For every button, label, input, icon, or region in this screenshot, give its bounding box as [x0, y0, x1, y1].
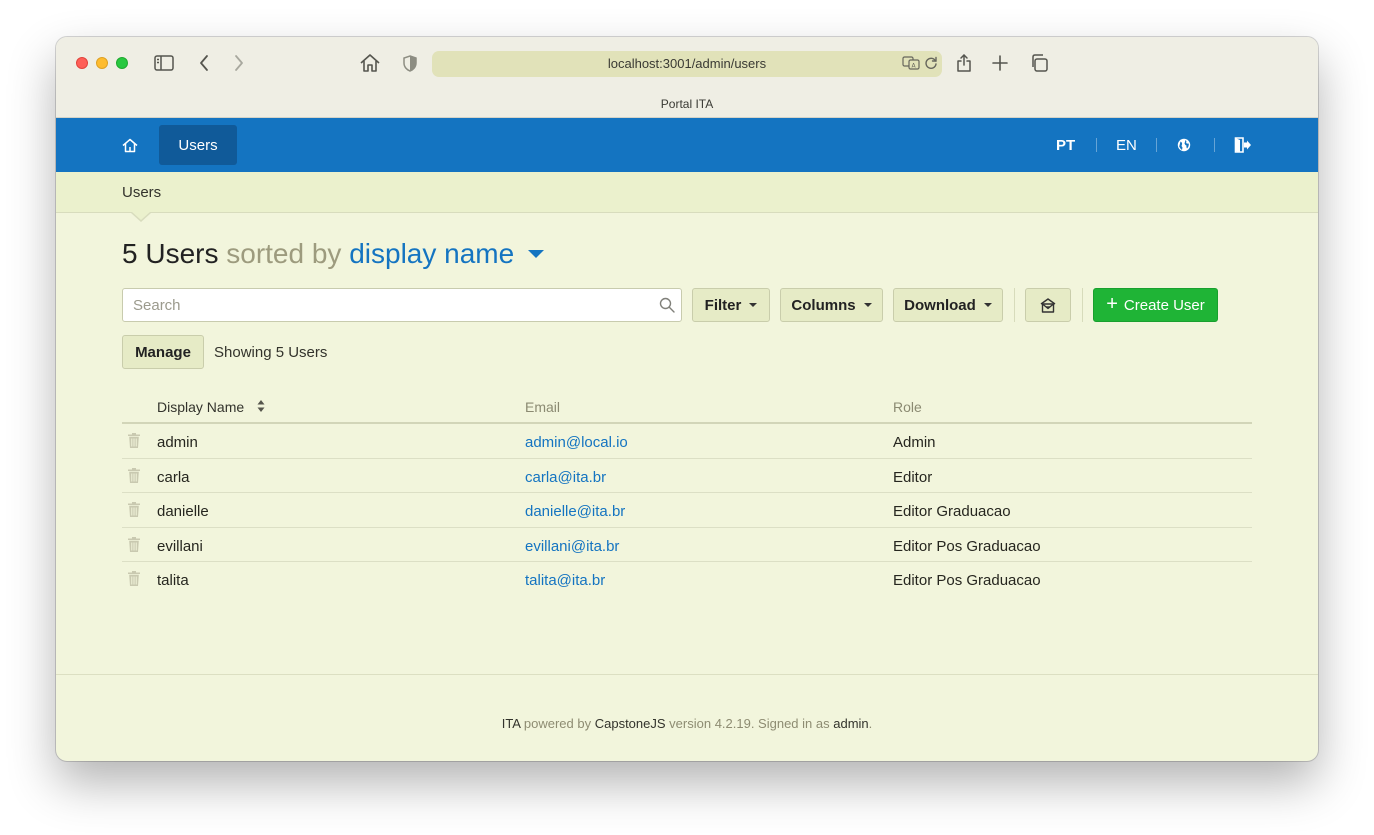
users-table: Display Name Email Role admin admin@loca… [122, 392, 1252, 597]
app-header: Users PT EN [56, 118, 1318, 172]
header-divider [1156, 138, 1157, 152]
download-button[interactable]: Download [893, 288, 1003, 322]
trash-icon[interactable] [128, 502, 140, 522]
showing-count: Showing 5 Users [214, 344, 328, 361]
columns-button-label: Columns [791, 296, 856, 314]
expand-table-button[interactable] [1025, 288, 1071, 322]
globe-icon[interactable] [1177, 118, 1191, 172]
address-bar[interactable]: localhost:3001/admin/users A [432, 51, 942, 77]
table-row[interactable]: danielle danielle@ita.br Editor Graduaca… [122, 493, 1252, 528]
tab-overview-icon[interactable] [1027, 51, 1051, 75]
create-user-label: Create User [1123, 296, 1205, 314]
chevron-down-icon [863, 303, 872, 307]
columns-button[interactable]: Columns [780, 288, 883, 322]
trash-icon[interactable] [128, 433, 140, 453]
footer-text: ITA powered by CapstoneJS version 4.2.19… [56, 716, 1318, 731]
header-divider [1214, 138, 1215, 152]
column-header-display-name[interactable]: Display Name [157, 399, 244, 415]
sign-out-icon[interactable] [1234, 118, 1252, 172]
cell-display-name[interactable]: carla [157, 469, 190, 486]
footer-framework-link[interactable]: CapstoneJS [595, 716, 666, 731]
footer-powered-by: powered by [523, 716, 592, 731]
trash-icon[interactable] [128, 571, 140, 591]
breadcrumb-pointer [132, 212, 150, 220]
footer-version: version 4.2.19. Signed in as [669, 716, 830, 731]
breadcrumb: Users [122, 184, 162, 201]
tab-title: Portal ITA [660, 97, 714, 111]
cell-role: Editor Pos Graduacao [893, 537, 1041, 555]
reload-icon[interactable] [924, 56, 938, 75]
sort-field-dropdown[interactable]: display name [349, 238, 514, 269]
table-row[interactable]: evillani evillani@ita.br Editor Pos Grad… [122, 528, 1252, 562]
chevron-down-icon [749, 303, 758, 307]
nav-item-users[interactable]: Users [159, 125, 237, 165]
zoom-window-button[interactable] [116, 57, 128, 69]
home-icon[interactable] [358, 51, 382, 75]
close-window-button[interactable] [76, 57, 88, 69]
footer-brand: ITA [501, 716, 521, 731]
table-row[interactable]: carla carla@ita.br Editor [122, 459, 1252, 493]
new-tab-plus-icon[interactable] [988, 51, 1012, 75]
back-chevron-icon[interactable] [192, 51, 216, 75]
sidebar-toggle-icon[interactable] [152, 51, 176, 75]
table-row[interactable]: admin admin@local.io Admin [122, 424, 1252, 459]
url-text: localhost:3001/admin/users [607, 56, 767, 71]
search-input[interactable] [123, 289, 681, 321]
privacy-shield-icon[interactable] [398, 51, 422, 75]
header-divider [1096, 138, 1097, 152]
language-en-link[interactable]: EN [1116, 118, 1137, 172]
share-icon[interactable] [952, 51, 976, 75]
language-pt-link[interactable]: PT [1056, 118, 1075, 172]
cell-email-link[interactable]: danielle@ita.br [525, 503, 625, 520]
browser-window: localhost:3001/admin/users A Portal ITA … [56, 37, 1318, 761]
cell-role: Admin [893, 434, 936, 451]
table-header-row: Display Name Email Role [122, 392, 1252, 424]
breadcrumb-bar: Users [56, 172, 1318, 222]
search-icon[interactable] [659, 297, 675, 318]
cell-display-name[interactable]: danielle [157, 503, 209, 520]
minimize-window-button[interactable] [96, 57, 108, 69]
browser-toolbar: localhost:3001/admin/users A Portal ITA [56, 37, 1318, 118]
cell-email-link[interactable]: carla@ita.br [525, 469, 606, 486]
cell-role: Editor Graduacao [893, 503, 1011, 520]
footer-period: . [868, 716, 873, 731]
cell-display-name[interactable]: evillani [157, 538, 203, 555]
chevron-down-icon [983, 303, 992, 307]
toolbar-divider [1014, 288, 1015, 322]
translate-icon[interactable]: A [902, 56, 920, 75]
filter-button-label: Filter [704, 296, 742, 314]
forward-chevron-icon[interactable] [227, 51, 251, 75]
page-footer: ITA powered by CapstoneJS version 4.2.19… [56, 674, 1318, 761]
user-count: 5 Users [122, 238, 219, 269]
cell-display-name[interactable]: admin [157, 434, 198, 451]
column-header-email[interactable]: Email [525, 399, 560, 415]
trash-icon[interactable] [128, 467, 140, 488]
search-box [122, 288, 682, 322]
home-icon[interactable] [119, 134, 141, 156]
expand-table-icon [1040, 297, 1056, 313]
manage-button[interactable]: Manage [122, 335, 204, 369]
toolbar-divider [1082, 288, 1083, 322]
cell-role: Editor Pos Graduacao [893, 572, 1041, 589]
filter-button[interactable]: Filter [692, 288, 770, 322]
plus-icon: + [1106, 293, 1118, 315]
download-button-label: Download [904, 296, 976, 314]
sorted-by-label: sorted by [226, 238, 342, 269]
sort-icon[interactable] [257, 399, 265, 418]
cell-email-link[interactable]: talita@ita.br [525, 572, 605, 589]
footer-signed-in-user[interactable]: admin [833, 716, 868, 731]
column-header-role[interactable]: Role [893, 399, 922, 415]
create-user-button[interactable]: + Create User [1093, 288, 1218, 322]
cell-role: Editor [893, 468, 933, 486]
table-row[interactable]: talita talita@ita.br Editor Pos Graduaca… [122, 562, 1252, 597]
cell-email-link[interactable]: admin@local.io [525, 434, 628, 451]
sort-caret-icon[interactable] [528, 249, 545, 258]
trash-icon[interactable] [128, 536, 140, 557]
cell-email-link[interactable]: evillani@ita.br [525, 538, 619, 555]
cell-display-name[interactable]: talita [157, 572, 189, 589]
page-title: 5 Users sorted by display name [122, 238, 545, 270]
